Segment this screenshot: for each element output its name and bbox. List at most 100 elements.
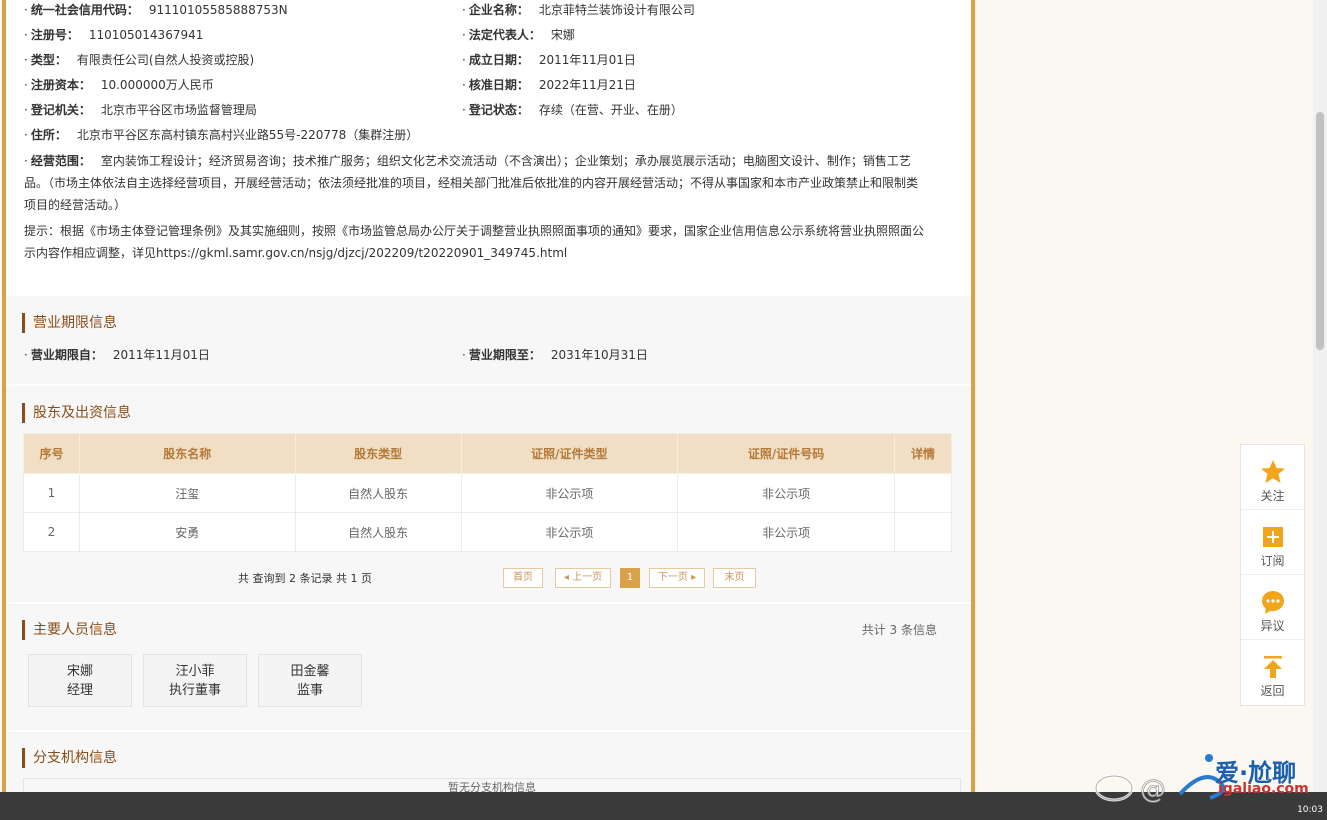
person-name: 田金馨 — [290, 664, 330, 679]
arrow-up-icon — [1264, 656, 1282, 678]
capital-value: 10.000000万人民币 — [100, 78, 214, 92]
subscribe-label: 订阅 — [1260, 554, 1285, 568]
shareholders-table: 序号 股东名称 股东类型 证照/证件类型 证照/证件号码 详情 1 汪玺 自然人… — [23, 433, 952, 552]
notice-tip: 提示：根据《市场主体登记管理条例》及其实施细则，按照《市场监管总局办公厅关于调整… — [24, 220, 944, 264]
table-header-cell: 证照/证件号码 — [677, 433, 895, 474]
detail-cell[interactable] — [894, 512, 952, 552]
basic-info-section: · 统一社会信用代码： 91110105585888753N · 企业名称： 北京菲特兰… — [6, 0, 971, 295]
term-from-row: · 营业期限自： 2011年11月01日 — [24, 348, 210, 362]
reg-no-label: 注册号： — [30, 28, 79, 42]
address-label: 住所： — [30, 128, 67, 142]
pager-summary: 共 查询到 2 条记录 共 1 页 — [238, 572, 372, 585]
shareholders-section-title: 股东及出资信息 — [22, 403, 131, 423]
table-cell: 非公示项 — [460, 512, 679, 552]
next-page-button[interactable]: 下一页 ▸ — [649, 568, 705, 588]
status-label: 登记状态： — [468, 103, 529, 117]
term-section-title: 营业期限信息 — [22, 313, 117, 333]
table-header-cell: 证照/证件类型 — [460, 433, 679, 474]
capital-label: 注册资本： — [30, 78, 91, 92]
term-section — [6, 296, 971, 384]
follow-label: 关注 — [1260, 489, 1285, 503]
main-content-panel: · 统一社会信用代码： 91110105585888753N · 企业名称： 北京菲特兰… — [2, 0, 975, 792]
legal-rep-label: 法定代表人： — [468, 28, 541, 42]
table-cell: 2 — [23, 512, 80, 552]
credit-code-row: · 统一社会信用代码： 91110105585888753N — [24, 3, 288, 17]
chat-bubble-icon — [1262, 591, 1284, 614]
subscribe-button[interactable]: 订阅 — [1241, 510, 1304, 575]
last-page-button[interactable]: 末页 — [713, 568, 756, 588]
term-to-value: 2031年10月31日 — [550, 348, 648, 362]
type-row: · 类型： 有限责任公司(自然人投资或控股) — [24, 53, 255, 67]
back-to-top-button[interactable]: 返回 — [1241, 640, 1304, 705]
authority-row: · 登记机关： 北京市平谷区市场监督管理局 — [24, 103, 257, 117]
watermark-url: igaliao.com — [1218, 781, 1309, 797]
address-row: · 住所： 北京市平谷区东高村镇东高村兴业路55号-220778（集群注册） — [24, 128, 419, 142]
term-to-label: 营业期限至： — [468, 348, 541, 362]
business-scope: · 经营范围： 室内装饰工程设计；经济贸易咨询；技术推广服务；组织文化艺术交流活动（… — [24, 150, 944, 216]
table-cell: 非公示项 — [460, 473, 679, 513]
term-to-row: · 营业期限至： 2031年10月31日 — [462, 348, 648, 362]
company-name-value: 北京菲特兰装饰设计有限公司 — [538, 3, 695, 17]
current-page-button[interactable]: 1 — [620, 568, 640, 588]
tip-line-1: 提示：根据《市场主体登记管理条例》及其实施细则，按照《市场监管总局办公厅关于调整… — [24, 224, 925, 238]
table-header-cell: 序号 — [23, 433, 80, 474]
table-cell: 非公示项 — [677, 473, 895, 513]
taskbar-clock: 10:03 — [1297, 805, 1323, 815]
prev-page-button[interactable]: ◂ 上一页 — [555, 568, 611, 588]
star-icon — [1261, 460, 1285, 483]
table-cell: 1 — [23, 473, 80, 513]
term-from-value: 2011年11月01日 — [112, 348, 210, 362]
type-label: 类型： — [30, 53, 67, 67]
status-row: · 登记状态： 存续（在营、开业、在册） — [462, 103, 683, 117]
reg-no-value: 110105014367941 — [88, 28, 204, 42]
first-page-button[interactable]: 首页 — [503, 568, 543, 588]
floating-side-menu: 关注 订阅 异议 返回 — [1240, 444, 1305, 706]
scope-label: 经营范围： — [30, 154, 91, 168]
table-header-row: 序号 股东名称 股东类型 证照/证件类型 证照/证件号码 详情 — [23, 433, 952, 474]
legal-rep-value: 宋娜 — [550, 28, 575, 42]
table-header-cell: 股东名称 — [78, 433, 296, 474]
table-row: 2 安勇 自然人股东 非公示项 非公示项 — [23, 512, 952, 552]
type-value: 有限责任公司(自然人投资或控股) — [76, 53, 255, 67]
plus-square-icon — [1263, 527, 1283, 547]
person-role: 经理 — [66, 683, 93, 698]
company-name-row: · 企业名称： 北京菲特兰装饰设计有限公司 — [462, 3, 695, 17]
follow-button[interactable]: 关注 — [1241, 445, 1304, 510]
legal-rep-row: · 法定代表人： 宋娜 — [462, 28, 575, 42]
table-cell: 非公示项 — [677, 512, 895, 552]
person-name: 汪小菲 — [175, 664, 215, 679]
term-from-label: 营业期限自： — [30, 348, 103, 362]
person-role: 监事 — [296, 683, 323, 698]
detail-cell[interactable] — [894, 473, 952, 513]
table-row: 1 汪玺 自然人股东 非公示项 非公示项 — [23, 473, 952, 513]
authority-value: 北京市平谷区市场监督管理局 — [100, 103, 257, 117]
credit-code-value: 91110105585888753N — [148, 3, 288, 17]
svg-text:@: @ — [1140, 775, 1166, 805]
objection-button[interactable]: 异议 — [1241, 575, 1304, 640]
capital-row: · 注册资本： 10.000000万人民币 — [24, 78, 214, 92]
table-cell: 自然人股东 — [294, 512, 462, 552]
scrollbar-thumb[interactable] — [1316, 112, 1324, 350]
branches-empty-box: 暂无分支机构信息 — [23, 778, 961, 792]
approved-row: · 核准日期： 2022年11月21日 — [462, 78, 636, 92]
person-name: 宋娜 — [66, 664, 93, 679]
credit-code-label: 统一社会信用代码： — [30, 3, 139, 17]
tip-line-2: 示内容作相应调整，详见https://gkml.samr.gov.cn/nsjg… — [24, 246, 568, 260]
person-card[interactable]: 宋娜 经理 — [28, 654, 132, 707]
table-header-cell: 详情 — [894, 433, 952, 474]
personnel-count: 共计 3 条信息 — [861, 623, 937, 637]
scope-line-3: 项目的经营活动。） — [24, 198, 127, 212]
person-card[interactable]: 田金馨 监事 — [258, 654, 362, 707]
founded-value: 2011年11月01日 — [538, 53, 636, 67]
branches-section-title: 分支机构信息 — [22, 748, 117, 768]
scope-line-1: 室内装饰工程设计；经济贸易咨询；技术推广服务；组织文化艺术交流活动（不含演出）；… — [100, 154, 911, 168]
approved-label: 核准日期： — [468, 78, 529, 92]
reg-no-row: · 注册号： 110105014367941 — [24, 28, 204, 42]
page-scrollbar[interactable] — [1313, 0, 1327, 792]
address-value: 北京市平谷区东高村镇东高村兴业路55号-220778（集群注册） — [76, 128, 419, 142]
founded-row: · 成立日期： 2011年11月01日 — [462, 53, 636, 67]
person-card[interactable]: 汪小菲 执行董事 — [143, 654, 247, 707]
approved-value: 2022年11月21日 — [538, 78, 636, 92]
objection-label: 异议 — [1260, 619, 1285, 633]
table-cell: 自然人股东 — [294, 473, 462, 513]
